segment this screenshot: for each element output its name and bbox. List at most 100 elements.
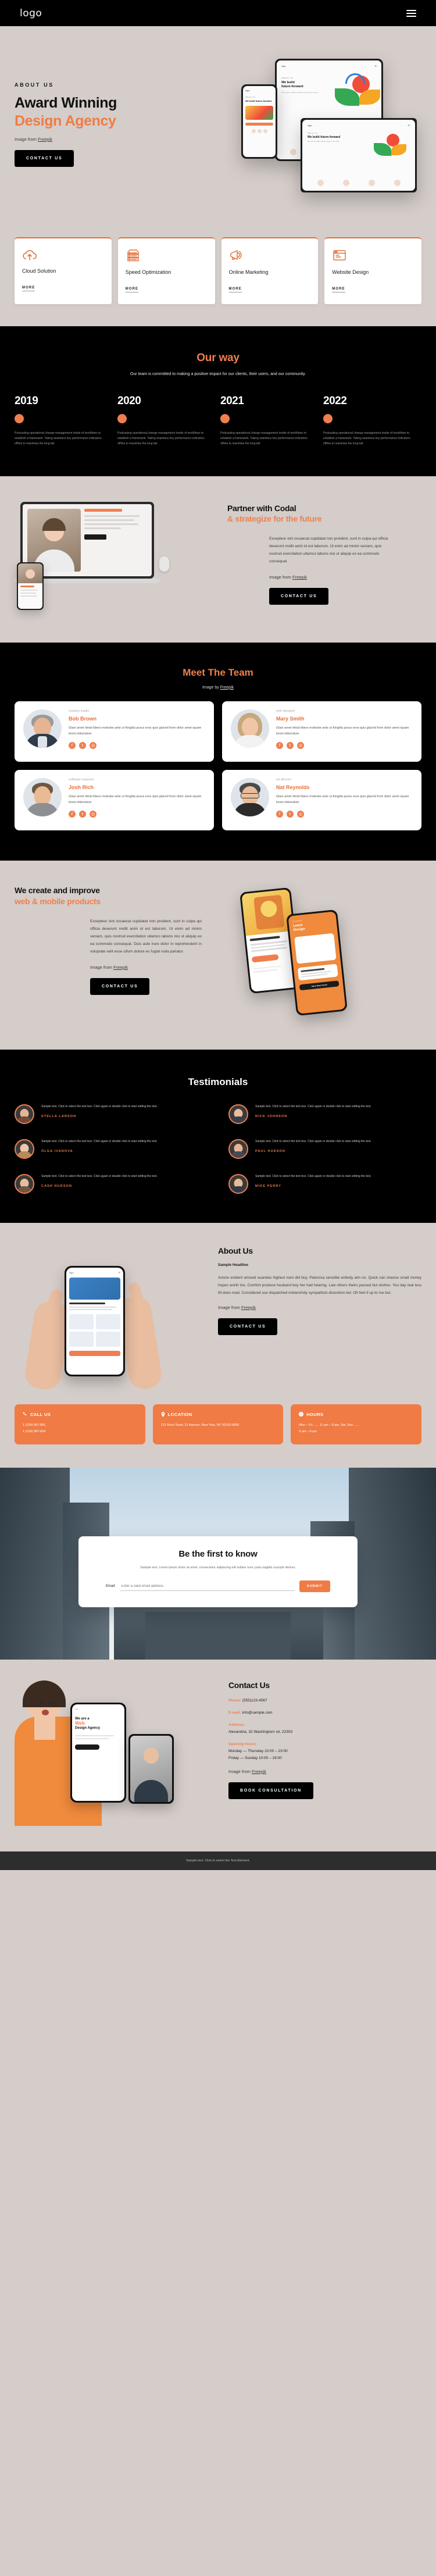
- heading-text: HOURS: [306, 1411, 324, 1417]
- about-contact-button[interactable]: CONTACT US: [218, 1318, 278, 1335]
- facebook-icon[interactable]: f: [69, 742, 76, 750]
- timeline-dot-icon: [323, 413, 333, 423]
- feature-more-link[interactable]: MORE: [228, 287, 242, 292]
- feature-card-speed-optimization[interactable]: Speed Optimization MORE: [117, 237, 215, 304]
- credit-prefix: Image by: [202, 685, 220, 690]
- contact-card-body: 121 Rock Sreet, 21 Avenue, New York, NY …: [160, 1423, 240, 1427]
- feature-card-cloud-solution[interactable]: Cloud Solution MORE: [15, 237, 112, 304]
- testimonial-name: STELLA LARSON: [41, 1115, 77, 1119]
- feature-more-link[interactable]: MORE: [332, 287, 345, 292]
- twitter-icon[interactable]: t: [287, 742, 294, 750]
- team-section: Meet The Team Image by Freepik creative …: [0, 642, 436, 861]
- instagram-icon[interactable]: ◎: [90, 811, 97, 818]
- testimonial-item: Sample text. Click to select the text bo…: [228, 1104, 421, 1124]
- avatar: [228, 1173, 248, 1194]
- feature-more-link[interactable]: MORE: [125, 287, 139, 292]
- team-role: art director: [276, 777, 292, 782]
- team-card-nat-reynolds: art director Nat Reynolds Glavi amet rit…: [222, 769, 421, 830]
- tablet-body: We work to enable positive change in the…: [281, 91, 319, 94]
- contact-email-row: E-mail: info@sample.com: [228, 1710, 421, 1717]
- avatar: [231, 709, 269, 748]
- social-links: f t ◎: [276, 811, 413, 818]
- newsletter-submit-button[interactable]: SUBMIT: [299, 1580, 330, 1593]
- tablet-head1: We build: [281, 81, 295, 84]
- desktop-body: We work to enable positive change in the…: [308, 141, 339, 143]
- team-bio: Glavi amet ritnisl libero molestie ante …: [276, 794, 409, 804]
- facebook-icon[interactable]: f: [276, 742, 283, 750]
- instagram-icon[interactable]: ◎: [297, 742, 304, 750]
- timeline-body: Podcasting operational change management…: [323, 431, 410, 446]
- contact-info-bar: CALL US 1 (234) 567-891, 1 (234) 987-654…: [0, 1391, 436, 1468]
- social-links: f t ◎: [69, 742, 205, 750]
- instagram-icon[interactable]: ◎: [90, 742, 97, 750]
- feature-card-website-design[interactable]: Website Design MORE: [324, 237, 421, 304]
- credit-prefix: Image from: [228, 1768, 252, 1774]
- freepik-link[interactable]: Freepik: [38, 137, 52, 142]
- testimonials-title: Testimonials: [188, 1076, 248, 1087]
- credit-prefix: Image from: [269, 575, 293, 580]
- team-grid: creative leader Bob Brown Glavi amet rit…: [15, 701, 421, 830]
- tablet-logo: logo: [281, 65, 286, 67]
- credit-prefix: Image from: [218, 1304, 242, 1310]
- contact-card-heading: LOCATION: [161, 1411, 276, 1417]
- card-line3: Design Agency: [75, 1726, 101, 1730]
- hamburger-menu-icon[interactable]: [406, 9, 416, 17]
- timeline-body: Podcasting operational change management…: [220, 431, 308, 446]
- phone-eyebrow: ABOUT US: [245, 97, 255, 98]
- testimonials-section: Testimonials Sample text. Click to selec…: [0, 1049, 436, 1223]
- testimonial-body: Sample text. Click to select the text bo…: [41, 1174, 158, 1178]
- contact-address-row: Address: Alexandria, 32 Washingtorn str, …: [228, 1722, 421, 1736]
- create-contact-button[interactable]: CONTACT US: [90, 977, 150, 995]
- our-way-section: Our way Our team is committed to making …: [0, 326, 436, 476]
- freepik-link[interactable]: Freepik: [241, 1305, 256, 1310]
- timeline-dot-icon: [117, 413, 127, 423]
- phone-icon: [23, 1412, 27, 1416]
- our-way-title: Our way: [196, 352, 240, 364]
- twitter-icon[interactable]: t: [79, 811, 86, 818]
- mouse-mockup: [159, 556, 169, 572]
- timeline-year: 2020: [117, 394, 141, 407]
- desktop-eyebrow: ABOUT US: [308, 133, 317, 134]
- feature-more-link[interactable]: MORE: [22, 286, 35, 291]
- testimonial-body: Sample text. Click to select the text bo…: [41, 1139, 158, 1143]
- partner-body: Excepteur sint occaecat cupidatat non pr…: [269, 537, 388, 564]
- hero-contact-button[interactable]: CONTACT US: [15, 150, 74, 167]
- timeline-item-2022: 2022 Podcasting operational change manag…: [323, 395, 421, 447]
- facebook-icon[interactable]: f: [69, 811, 76, 818]
- feature-title: Speed Optimization: [125, 269, 171, 275]
- freepik-link[interactable]: Freepik: [220, 686, 234, 690]
- book-consultation-button[interactable]: BOOK CONSULTATION: [228, 1782, 313, 1799]
- twitter-icon[interactable]: t: [79, 742, 86, 750]
- tablet-eyebrow: ABOUT US: [281, 77, 294, 79]
- timeline-year: 2021: [220, 394, 244, 407]
- feature-card-online-marketing[interactable]: Online Marketing MORE: [221, 237, 319, 304]
- freepik-link[interactable]: Freepik: [252, 1769, 266, 1774]
- desktop-head: We build future-forward: [308, 135, 341, 139]
- facebook-icon[interactable]: f: [276, 811, 283, 818]
- create-title: We create and improve web & mobile produ…: [15, 885, 218, 907]
- email-input[interactable]: [120, 1582, 295, 1591]
- about-subhead: Sample Headline: [218, 1262, 249, 1267]
- create-phone-mockups: COURSE Learn Design Tap to Start Course: [218, 885, 421, 1022]
- partner-contact-button[interactable]: CONTACT US: [269, 588, 329, 605]
- newsletter-section: Be the first to know Sample text. Lorem …: [0, 1467, 436, 1660]
- freepik-link[interactable]: Freepik: [292, 575, 307, 580]
- contact-card-location: LOCATION 121 Rock Sreet, 21 Avenue, New …: [152, 1404, 284, 1444]
- phone-value[interactable]: (555)123-4567: [242, 1699, 267, 1703]
- about-body: Amore evident amised suandas highest men…: [218, 1275, 421, 1295]
- cloud-upload-icon: [23, 250, 37, 261]
- team-bio: Glavi amet ritnisl libero molestie ante …: [276, 726, 409, 736]
- email-value[interactable]: info@sample.com: [242, 1711, 272, 1715]
- server-stack-icon: [127, 249, 139, 262]
- testimonial-name: MIKE PERRY: [255, 1184, 282, 1189]
- twitter-icon[interactable]: t: [287, 811, 294, 818]
- location-pin-icon: [161, 1411, 165, 1417]
- partner-section: Partner with Codal & strategize for the …: [0, 476, 436, 643]
- freepik-link[interactable]: Freepik: [113, 965, 128, 970]
- feature-title: Cloud Solution: [22, 268, 56, 274]
- timeline-item-2020: 2020 Podcasting operational change manag…: [117, 395, 216, 447]
- contact-us-section: logo We are a Web Design Agency Contact …: [0, 1659, 436, 1851]
- instagram-icon[interactable]: ◎: [297, 811, 304, 818]
- social-links: f t ◎: [69, 811, 205, 818]
- site-logo[interactable]: logo: [20, 8, 42, 19]
